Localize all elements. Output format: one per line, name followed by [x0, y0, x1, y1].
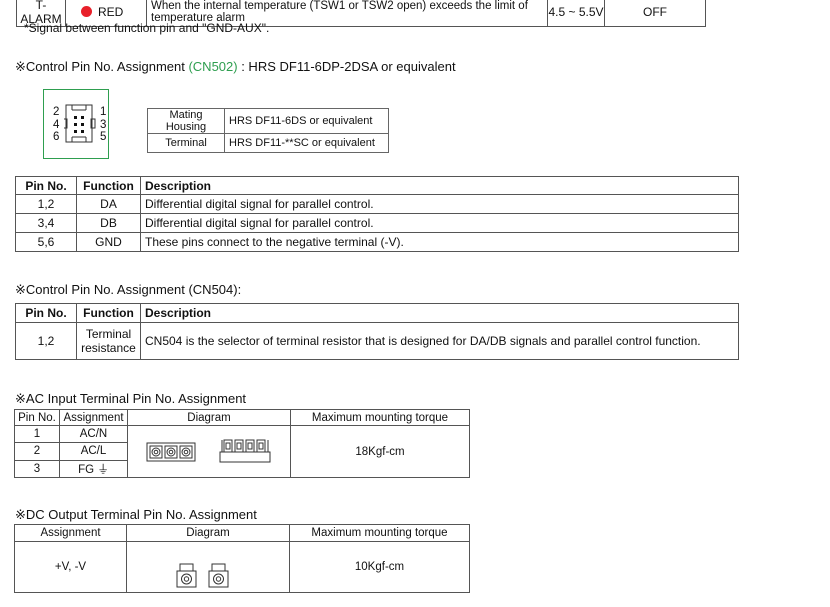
column-header: Function: [76, 303, 141, 323]
function-cell: DB: [76, 213, 141, 233]
column-header: Diagram: [126, 524, 290, 542]
mating-value: HRS DF11-**SC or equivalent: [224, 133, 389, 153]
pins-right-column: 1 3 5: [100, 106, 106, 144]
pin-label: 4: [53, 118, 60, 131]
pin-cell: 5,6: [15, 232, 77, 252]
cn504-table: Pin No. Function Description 1,2 Termina…: [15, 303, 739, 360]
mating-table: Mating Housing HRS DF11-6DS or equivalen…: [147, 108, 389, 153]
pin-label: 5: [100, 131, 107, 143]
description-cell: Differential digital signal for parallel…: [140, 213, 739, 233]
function-cell: DA: [76, 194, 141, 214]
ac-diagram-cell: [127, 425, 291, 478]
function-line: resistance: [81, 341, 136, 355]
cn502-heading-code: (CN502): [188, 59, 238, 74]
table-row: 5,6 GND These pins connect to the negati…: [15, 232, 739, 252]
ac-torque: 18Kgf-cm: [290, 425, 470, 478]
dc-heading: ※DC Output Terminal Pin No. Assignment: [15, 507, 257, 522]
dc-table: Assignment Diagram Maximum mounting torq…: [14, 524, 470, 593]
ac-heading: ※AC Input Terminal Pin No. Assignment: [15, 391, 247, 406]
description-cell: CN504 is the selector of terminal resist…: [140, 322, 739, 360]
cn502-heading-prefix: ※Control Pin No. Assignment: [15, 59, 189, 74]
assignment-cell: FG ⏚: [59, 459, 128, 479]
description-cell: Differential digital signal for parallel…: [140, 194, 739, 214]
pin-cell: 1,2: [15, 322, 77, 360]
pin-cell: 1,2: [15, 194, 77, 214]
table-row: 1 AC/N 18Kgf-cm: [14, 424, 470, 478]
dc-torque: 10Kgf-cm: [289, 541, 470, 593]
connector-body-icon: [64, 104, 96, 143]
dc-diagram-cell: [126, 541, 290, 593]
description-cell: These pins connect to the negative termi…: [140, 232, 739, 252]
cn502-heading-suffix: : HRS DF11-6DP-2DSA or equivalent: [237, 59, 456, 74]
pin-label: 1: [100, 106, 107, 118]
mating-label: Mating Housing: [147, 108, 225, 134]
table-row: 1,2 Terminal resistance CN504 is the sel…: [15, 322, 739, 360]
column-header: Diagram: [127, 409, 291, 426]
alarm-led-label: RED: [98, 5, 124, 19]
column-header: Pin No.: [15, 303, 77, 323]
column-header: Function: [76, 176, 141, 195]
column-header: Pin No.: [15, 176, 77, 195]
pin-cell: 3: [14, 459, 60, 479]
cn504-heading: ※Control Pin No. Assignment (CN504):: [15, 282, 242, 297]
ac-terminal-block-icon: [146, 439, 271, 463]
assignment-cell: AC/N: [59, 424, 128, 444]
pin-label: 3: [100, 118, 107, 131]
table-row: +V, -V 10Kgf-cm: [14, 541, 470, 593]
red-led-icon: [81, 6, 92, 17]
ac-table: Pin No. Assignment Diagram Maximum mount…: [14, 409, 470, 479]
function-note: *Signal between function pin and "GND-AU…: [24, 21, 270, 35]
column-header: Maximum mounting torque: [290, 409, 470, 426]
cn502-connector-diagram: 2 4 6 1 3 5: [43, 89, 109, 159]
pins-left-column: 2 4 6: [53, 106, 59, 144]
table-row: 1,2 DA Differential digital signal for p…: [15, 194, 739, 214]
pin-cell: 3,4: [15, 213, 77, 233]
alarm-voltage: 4.5 ~ 5.5V: [547, 0, 605, 27]
mating-value: HRS DF11-6DS or equivalent: [224, 108, 389, 134]
function-cell: Terminal resistance: [76, 322, 141, 360]
dc-terminal-icon: [176, 563, 229, 588]
cn502-heading: ※Control Pin No. Assignment (CN502) : HR…: [15, 59, 456, 75]
function-line: Terminal: [85, 327, 132, 341]
cn502-table: Pin No. Function Description 1,2 DA Diff…: [15, 176, 739, 252]
alarm-state: OFF: [604, 0, 706, 27]
function-cell: GND: [76, 232, 141, 252]
assignment-cell: AC/L: [59, 442, 128, 461]
pin-cell: 1: [14, 424, 60, 444]
column-header: Maximum mounting torque: [289, 524, 470, 542]
column-header: Assignment: [59, 409, 128, 426]
column-header: Assignment: [14, 524, 127, 542]
dc-assignment: +V, -V: [14, 541, 127, 593]
table-row: 3,4 DB Differential digital signal for p…: [15, 213, 739, 233]
pin-label: 6: [53, 131, 60, 143]
column-header: Description: [140, 303, 739, 323]
pin-cell: 2: [14, 442, 60, 461]
mating-label: Terminal: [147, 133, 225, 153]
column-header: Pin No.: [14, 409, 60, 426]
column-header: Description: [140, 176, 739, 195]
pin-label: 2: [53, 106, 60, 118]
